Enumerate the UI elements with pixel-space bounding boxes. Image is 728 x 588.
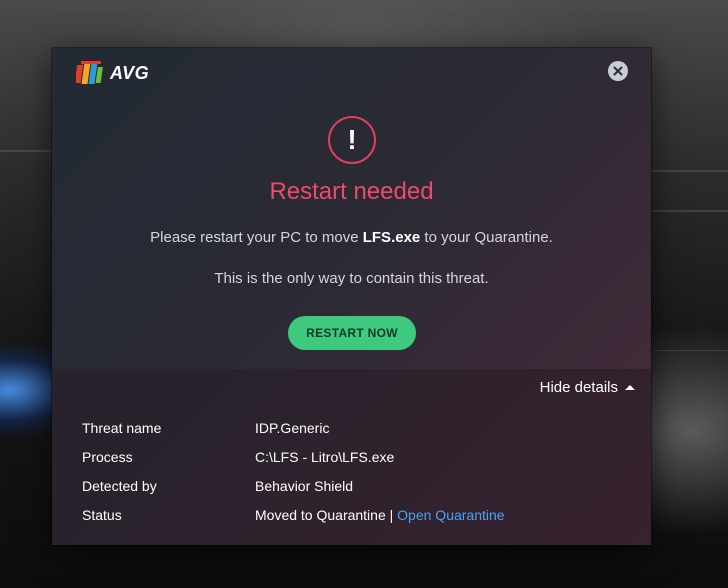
detail-value: C:\LFS - Litro\LFS.exe <box>255 449 395 465</box>
status-separator: | <box>385 507 398 523</box>
close-icon <box>613 66 623 76</box>
detail-label: Process <box>82 449 133 465</box>
exclamation-icon: ! <box>328 116 376 164</box>
avg-logo-icon <box>76 61 103 84</box>
avg-logo: AVG <box>76 59 149 87</box>
message-prefix: Please restart your PC to move <box>150 229 363 246</box>
alert-message: Please restart your PC to move LFS.exe t… <box>52 229 651 246</box>
status-text: Moved to Quarantine <box>255 507 386 523</box>
threat-file-name: LFS.exe <box>362 229 421 246</box>
restart-now-button[interactable]: RESTART NOW <box>288 316 416 350</box>
detail-value: IDP.Generic <box>255 420 330 436</box>
open-quarantine-link[interactable]: Open Quarantine <box>397 507 504 523</box>
alert-headline: Restart needed <box>269 178 434 205</box>
caret-up-icon <box>625 385 635 390</box>
details-panel: Hide details Threat name IDP.Generic Pro… <box>52 369 651 545</box>
threat-dialog: AVG ! Restart needed Please restart your… <box>52 48 651 545</box>
alert-submessage: This is the only way to contain this thr… <box>214 270 489 287</box>
detail-value: Behavior Shield <box>255 478 354 494</box>
message-suffix: to your Quarantine. <box>420 229 553 246</box>
exclamation-glyph: ! <box>347 124 357 155</box>
detail-label: Status <box>82 507 122 523</box>
detail-label: Threat name <box>82 420 162 436</box>
close-button[interactable] <box>608 61 628 81</box>
detail-label: Detected by <box>82 478 157 494</box>
hide-details-toggle[interactable]: Hide details <box>540 379 635 396</box>
detail-value-status: Moved to Quarantine | Open Quarantine <box>255 507 505 523</box>
hide-details-label: Hide details <box>539 379 618 396</box>
avg-logo-text: AVG <box>110 62 150 83</box>
